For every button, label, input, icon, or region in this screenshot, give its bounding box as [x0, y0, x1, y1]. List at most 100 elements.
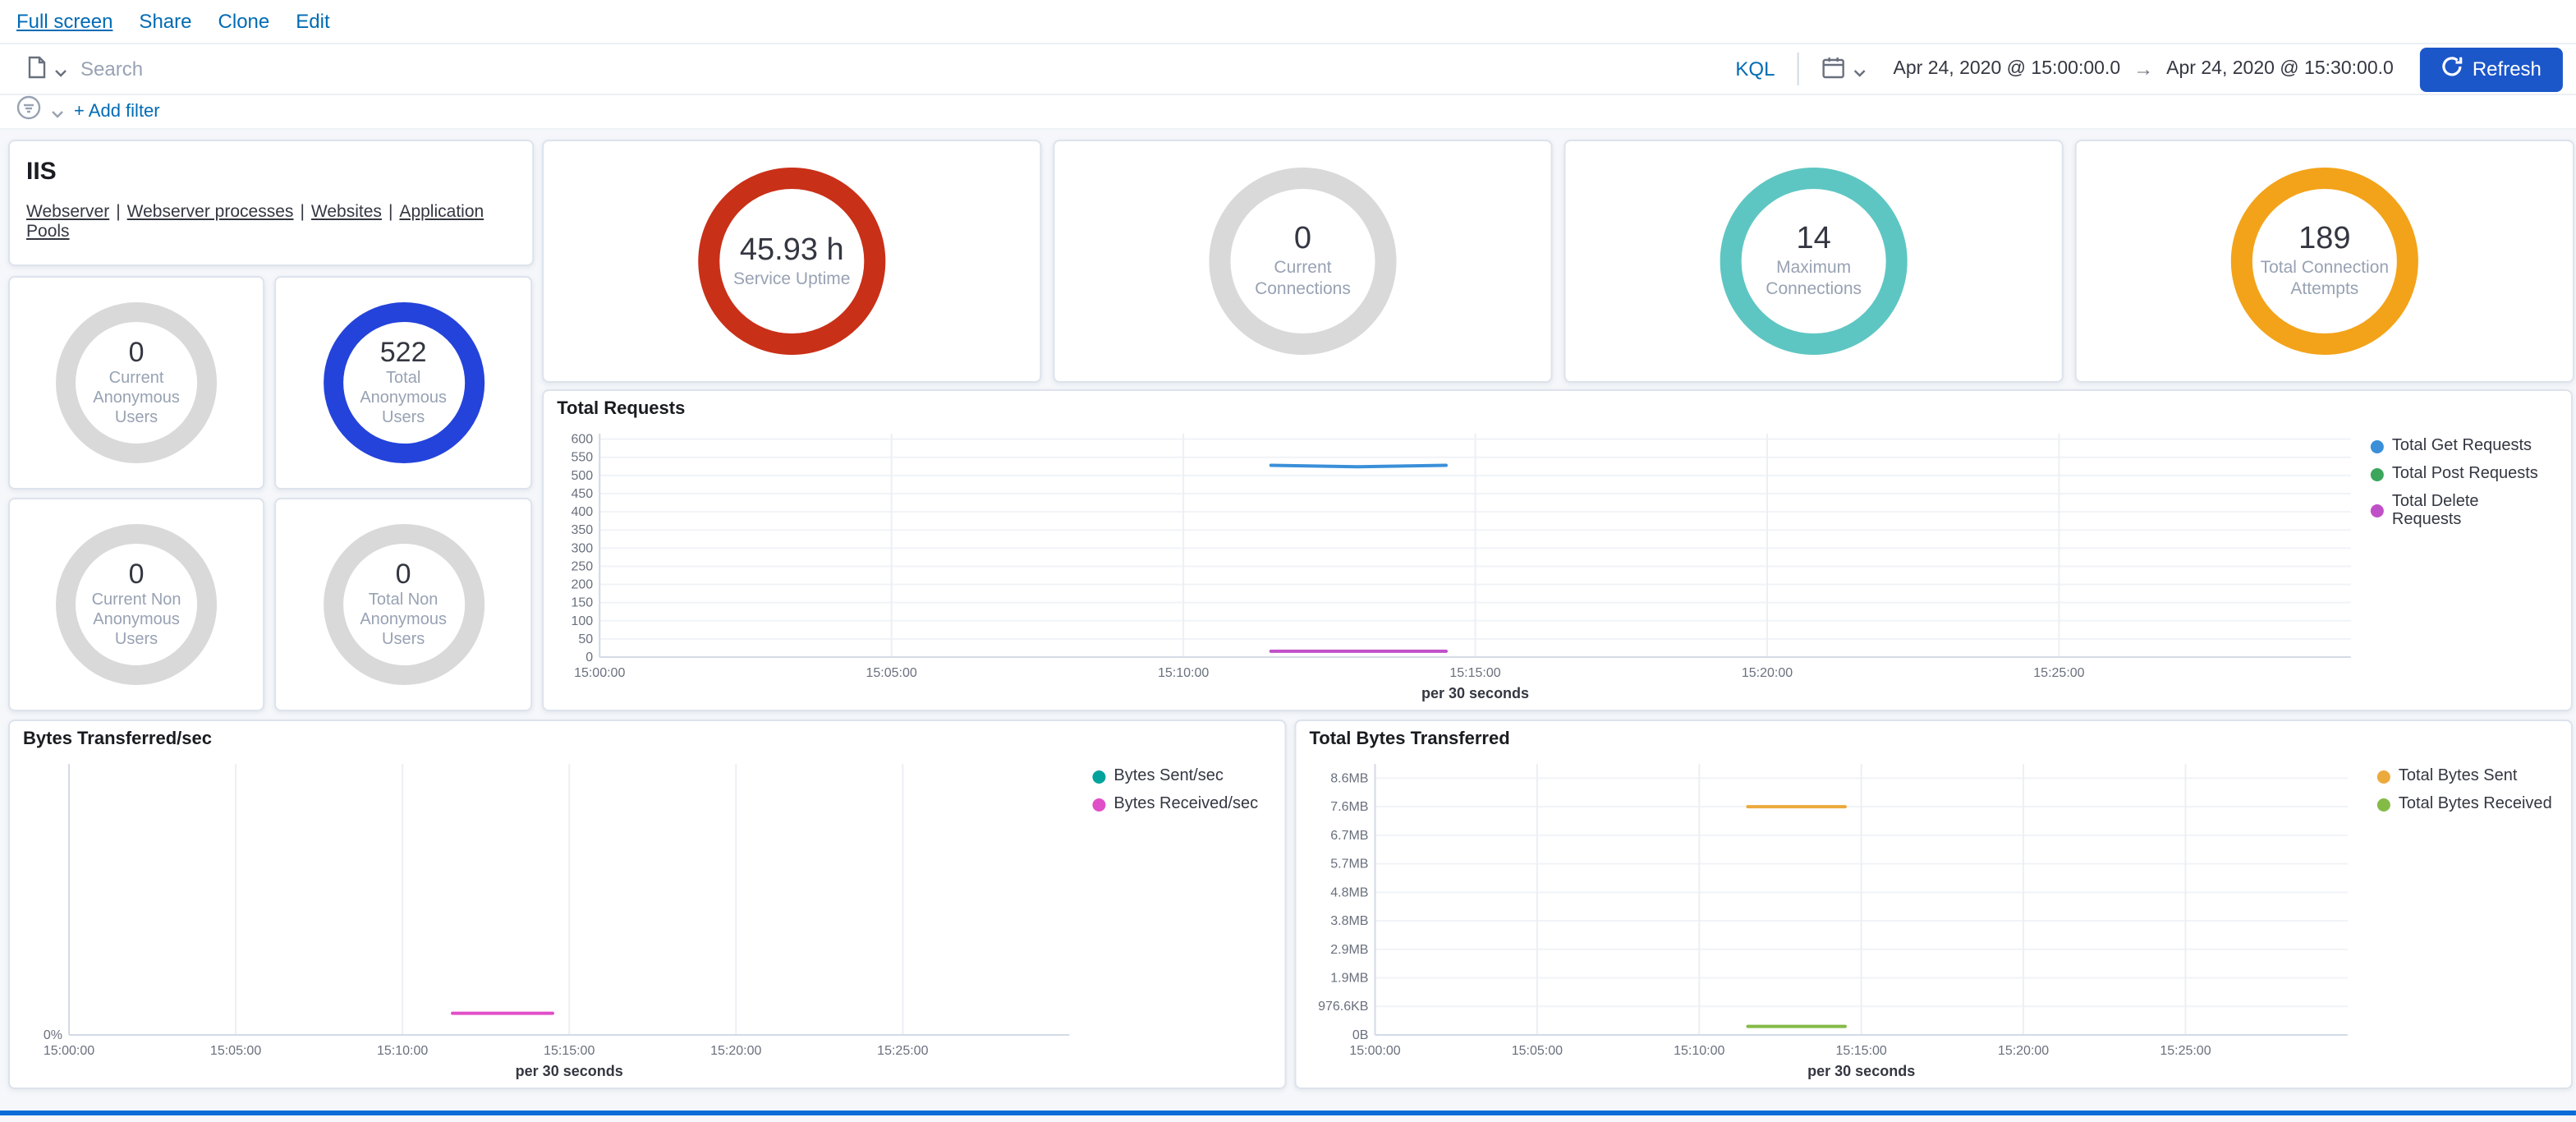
total-bytes-chart[interactable]: 0B976.6KB1.9MB2.9MB3.8MB4.8MB5.7MB6.7MB7… [1299, 751, 2363, 1084]
nav-link-clone[interactable]: Clone [218, 10, 270, 33]
legend-item-total-bytes-sent[interactable]: Total Bytes Sent [2377, 767, 2555, 785]
svg-text:15:00:00: 15:00:00 [574, 666, 625, 680]
gauge-label: Current Non Anonymous Users [77, 591, 195, 651]
gauge-value: 0 [129, 337, 145, 370]
date-range-start[interactable]: Apr 24, 2020 @ 15:00:00.0 [1884, 59, 2131, 79]
panel-title: Total Requests [557, 399, 685, 419]
gauge-label: Current Anonymous Users [77, 370, 195, 429]
gauge-label: Maximum Connections [1748, 259, 1880, 300]
gauge-value: 522 [380, 337, 427, 370]
svg-text:500: 500 [572, 469, 594, 483]
nav-link-share[interactable]: Share [139, 10, 191, 33]
gauge-ring: 522 Total Anonymous Users [323, 302, 484, 463]
panel-gauge-total-connection-attempts: 189 Total Connection Attempts [2075, 140, 2574, 383]
chevron-down-icon [51, 97, 64, 126]
dashboard-grid: IIS Webserver|Webserver processes|Websit… [0, 128, 2576, 1122]
link-separator: | [300, 202, 304, 222]
gauge-value: 0 [1294, 223, 1311, 259]
svg-text:15:05:00: 15:05:00 [866, 666, 917, 680]
svg-text:15:05:00: 15:05:00 [1512, 1044, 1563, 1058]
kql-button[interactable]: KQL [1719, 57, 1791, 80]
gauge-ring: 0 Current Connections [1209, 168, 1396, 355]
svg-text:8.6MB: 8.6MB [1330, 771, 1368, 785]
svg-text:250: 250 [572, 559, 594, 573]
gauge-ring: 14 Maximum Connections [1720, 168, 1908, 355]
nav-link-full-screen[interactable]: Full screen [16, 10, 112, 33]
svg-text:600: 600 [572, 433, 594, 447]
svg-text:15:05:00: 15:05:00 [210, 1044, 261, 1058]
bytes-transferred-chart[interactable]: 0%15:00:0015:05:0015:10:0015:15:0015:20:… [13, 751, 1086, 1084]
saved-query-icon [26, 55, 48, 83]
gauge-ring: 0 Total Non Anonymous Users [323, 524, 484, 685]
panel-gauge-maximum-connections: 14 Maximum Connections [1564, 140, 2064, 383]
iis-link-websites[interactable]: Websites [311, 202, 382, 222]
gauge-ring: 0 Current Anonymous Users [56, 302, 217, 463]
svg-text:15:10:00: 15:10:00 [1158, 666, 1209, 680]
gauge-value: 0 [129, 559, 145, 591]
search-input[interactable] [80, 44, 1719, 94]
gauge-value: 14 [1797, 223, 1831, 259]
legend-label: Bytes Received/sec [1114, 795, 1258, 813]
panel-gauge-total-non-anonymous-users: 0 Total Non Anonymous Users [274, 498, 532, 711]
legend-item-bytes-sent-sec[interactable]: Bytes Sent/sec [1092, 767, 1265, 785]
gauge-label: Total Anonymous Users [344, 370, 462, 429]
svg-text:15:20:00: 15:20:00 [1742, 666, 1793, 680]
legend-label: Bytes Sent/sec [1114, 767, 1223, 785]
bottom-viewport-edge [0, 1111, 2576, 1115]
legend-dot [2377, 770, 2390, 783]
svg-text:150: 150 [572, 596, 594, 610]
legend-item-bytes-received-sec[interactable]: Bytes Received/sec [1092, 795, 1265, 813]
legend-item-total-delete-requests[interactable]: Total Delete Requests [2371, 493, 2548, 529]
panel-total-bytes-transferred: Total Bytes Transferred 0B976.6KB1.9MB2.… [1294, 720, 2572, 1089]
date-range-end[interactable]: Apr 24, 2020 @ 15:30:00.0 [2156, 59, 2404, 79]
add-filter-button[interactable]: + Add filter [74, 102, 160, 122]
filter-options-icon[interactable] [16, 95, 41, 128]
svg-text:15:15:00: 15:15:00 [1449, 666, 1500, 680]
legend-item-total-bytes-received[interactable]: Total Bytes Received [2377, 795, 2555, 813]
nav-link-edit[interactable]: Edit [296, 10, 329, 33]
date-picker-calendar-button[interactable] [1806, 55, 1883, 83]
svg-text:200: 200 [572, 578, 594, 592]
iis-link-webserver-processes[interactable]: Webserver processes [127, 202, 294, 222]
svg-text:15:10:00: 15:10:00 [377, 1044, 428, 1058]
svg-text:15:15:00: 15:15:00 [544, 1044, 595, 1058]
panel-iis: IIS Webserver|Webserver processes|Websit… [8, 140, 534, 266]
svg-text:15:10:00: 15:10:00 [1674, 1044, 1724, 1058]
svg-text:15:00:00: 15:00:00 [1349, 1044, 1400, 1058]
gauge-label: Service Uptime [733, 269, 850, 289]
panel-bytes-transferred-per-sec: Bytes Transferred/sec 0% 15:00:00 15:05:00… [8, 720, 1286, 1089]
svg-text:3.8MB: 3.8MB [1330, 914, 1368, 928]
panel-total-requests: Total Requests 0501001502002503003504004… [542, 389, 2573, 711]
svg-text:15:15:00: 15:15:00 [1836, 1044, 1887, 1058]
svg-text:15:25:00: 15:25:00 [2160, 1044, 2211, 1058]
svg-text:7.6MB: 7.6MB [1330, 800, 1368, 814]
gauge-label: Total Connection Attempts [2259, 259, 2390, 300]
iis-title: IIS [26, 158, 516, 186]
svg-text:550: 550 [572, 451, 594, 465]
legend-item-total-post-requests[interactable]: Total Post Requests [2371, 465, 2548, 483]
svg-text:15:25:00: 15:25:00 [2033, 666, 2084, 680]
panel-gauge-total-anonymous-users: 522 Total Anonymous Users [274, 276, 532, 490]
dashboard-nav-links: Full screen Share Clone Edit [16, 7, 356, 36]
panel-gauge-current-non-anonymous-users: 0 Current Non Anonymous Users [8, 498, 264, 711]
legend-item-total-get-requests[interactable]: Total Get Requests [2371, 437, 2548, 455]
svg-text:15:00:00: 15:00:00 [44, 1044, 94, 1058]
panel-title: Bytes Transferred/sec [23, 729, 212, 749]
legend-label: Total Bytes Sent [2399, 767, 2518, 785]
svg-text:per 30 seconds: per 30 seconds [1807, 1063, 1915, 1079]
svg-text:4.8MB: 4.8MB [1330, 885, 1368, 899]
gauge-value: 189 [2298, 223, 2350, 259]
svg-text:0%: 0% [44, 1028, 62, 1042]
iis-link-webserver[interactable]: Webserver [26, 202, 109, 222]
refresh-button[interactable]: Refresh [2420, 47, 2563, 91]
legend-label: Total Bytes Received [2399, 795, 2552, 813]
svg-text:450: 450 [572, 487, 594, 501]
svg-text:400: 400 [572, 505, 594, 519]
saved-query-menu-button[interactable] [13, 55, 80, 83]
svg-text:0B: 0B [1352, 1028, 1369, 1042]
legend-dot [2377, 798, 2390, 811]
total-requests-chart[interactable]: 05010015020025030035040045050055060015:0… [550, 421, 2367, 706]
svg-text:15:25:00: 15:25:00 [877, 1044, 928, 1058]
gauge-value: 45.93 h [740, 232, 844, 269]
refresh-icon [2441, 56, 2463, 82]
